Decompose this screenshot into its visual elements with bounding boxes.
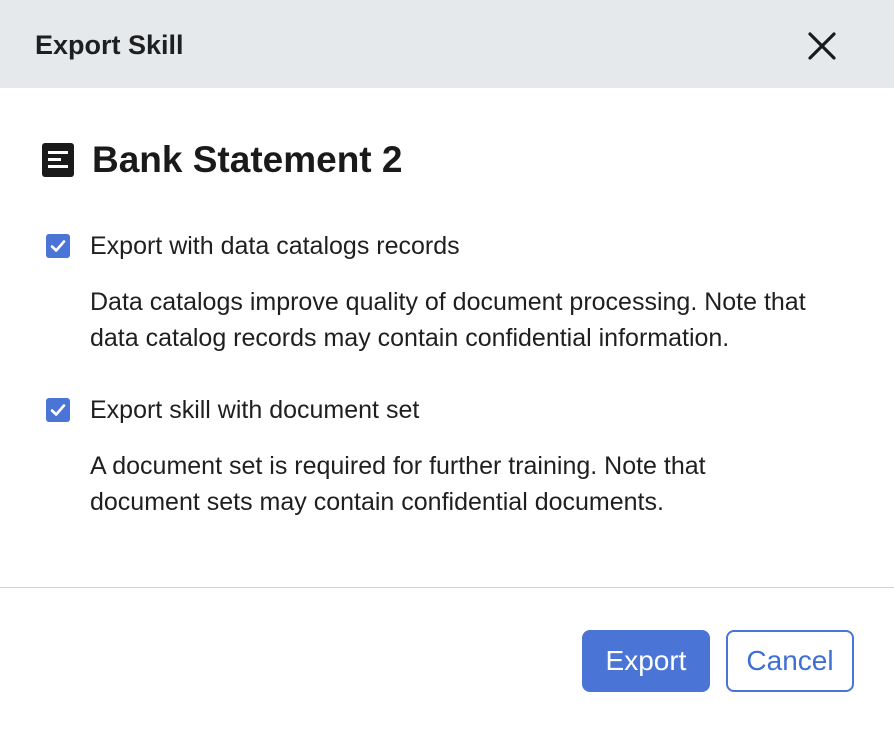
footer-divider <box>0 587 894 588</box>
data-catalogs-description: Data catalogs improve quality of documen… <box>90 284 870 356</box>
option-check-line: Export skill with document set <box>46 392 866 428</box>
description-line: A document set is required for further t… <box>90 452 706 480</box>
export-skill-dialog: Export Skill Bank Statement 2 Export wit… <box>0 0 894 732</box>
cancel-button[interactable]: Cancel <box>726 630 854 692</box>
data-catalogs-checkbox[interactable] <box>46 234 70 258</box>
description-line: Data catalogs improve quality of documen… <box>90 288 806 316</box>
document-set-description: A document set is required for further t… <box>90 448 870 520</box>
dialog-title: Export Skill <box>35 30 184 60</box>
option-export-document-set: Export skill with document set A documen… <box>46 392 866 520</box>
document-set-checkbox[interactable] <box>46 398 70 422</box>
document-icon <box>42 143 74 177</box>
export-button[interactable]: Export <box>582 630 710 692</box>
checkmark-icon <box>50 240 66 252</box>
description-line: document sets may contain confidential d… <box>90 488 664 516</box>
close-button[interactable] <box>800 24 844 68</box>
description-line: data catalog records may contain confide… <box>90 324 730 352</box>
dialog-header: Export Skill <box>0 0 894 88</box>
document-set-label[interactable]: Export skill with document set <box>90 392 419 428</box>
data-catalogs-label[interactable]: Export with data catalogs records <box>90 228 460 264</box>
option-check-line: Export with data catalogs records <box>46 228 866 264</box>
checkmark-icon <box>50 404 66 416</box>
option-export-data-catalogs: Export with data catalogs records Data c… <box>46 228 866 356</box>
skill-name: Bank Statement 2 <box>92 139 403 180</box>
close-icon <box>808 32 836 60</box>
skill-heading: Bank Statement 2 <box>42 138 403 182</box>
